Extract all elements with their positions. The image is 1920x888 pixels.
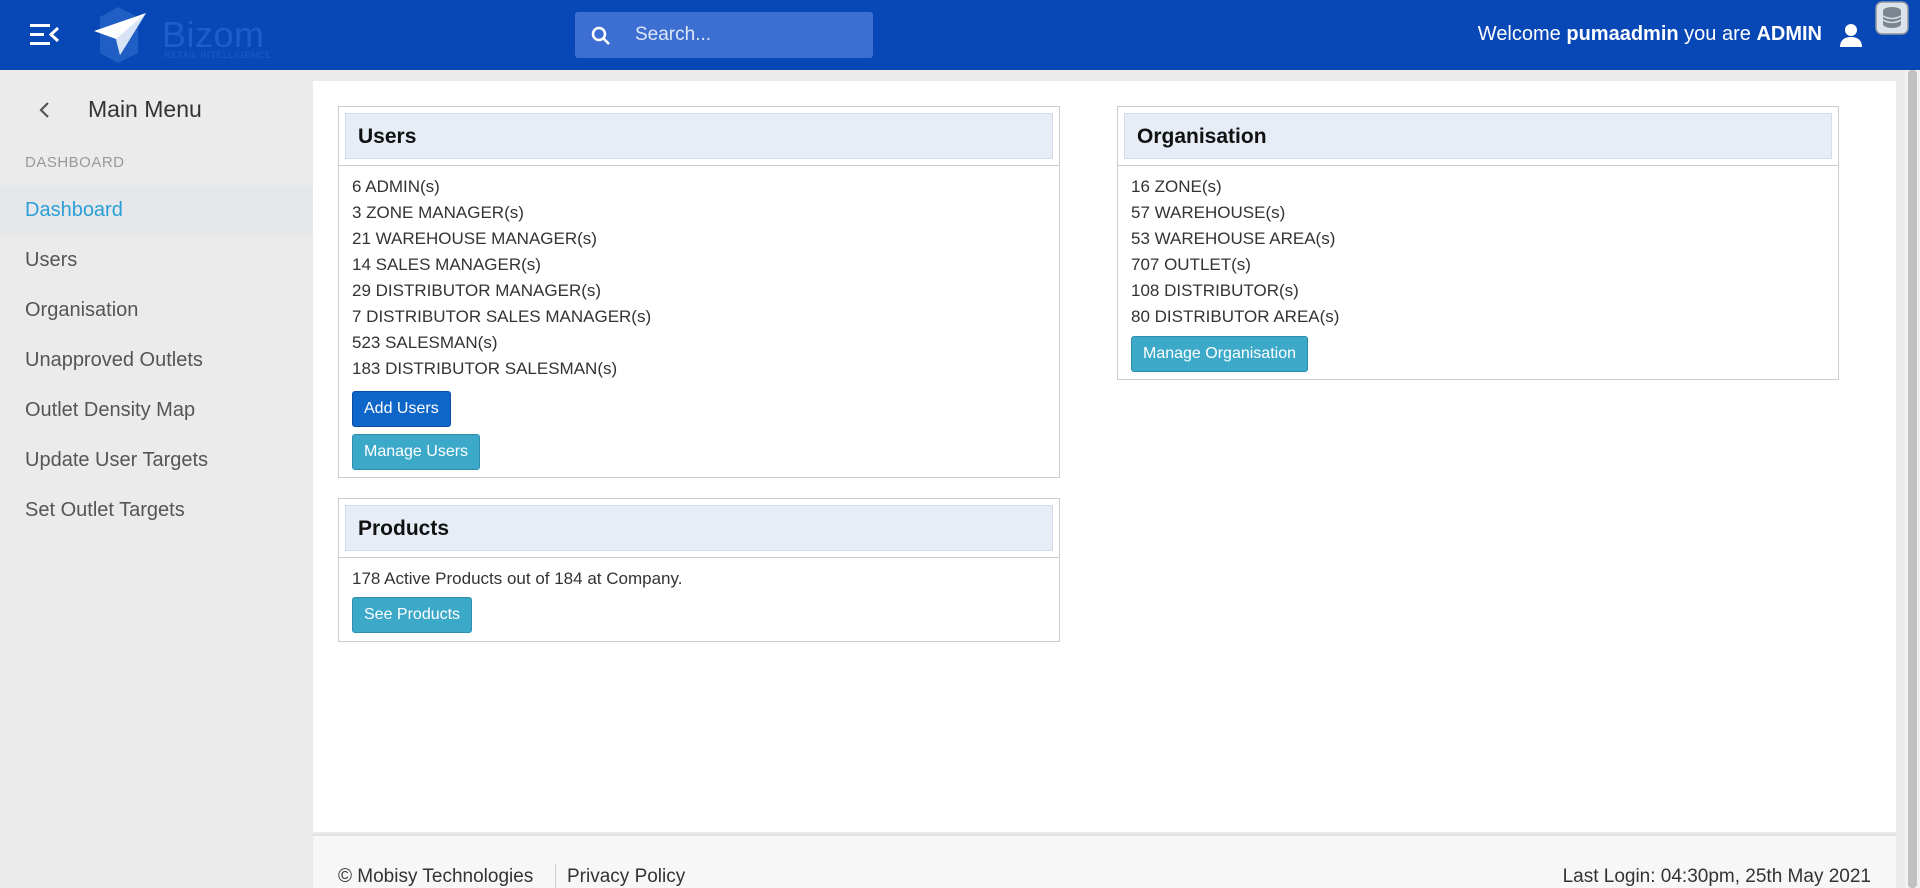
main-content: Users 6 ADMIN(s) 3 ZONE MANAGER(s) 21 WA…: [313, 81, 1896, 832]
menu-toggle-icon[interactable]: [30, 24, 60, 46]
footer: © Mobisy Technologies Privacy Policy Las…: [313, 834, 1896, 888]
manage-organisation-button[interactable]: Manage Organisation: [1131, 336, 1308, 372]
users-count-line: 183 DISTRIBUTOR SALESMAN(s): [352, 359, 618, 378]
users-card: Users 6 ADMIN(s) 3 ZONE MANAGER(s) 21 WA…: [338, 106, 1060, 478]
database-extension-icon[interactable]: [1872, 0, 1912, 40]
organisation-count-line: 16 ZONE(s): [1131, 177, 1222, 196]
add-users-button[interactable]: Add Users: [352, 391, 451, 427]
see-products-button[interactable]: See Products: [352, 597, 473, 633]
role-prefix: you are: [1684, 23, 1751, 45]
organisation-count-line: 108 DISTRIBUTOR(s): [1131, 281, 1299, 300]
user-icon[interactable]: [1838, 22, 1864, 48]
sidebar: Main Menu DASHBOARD Dashboard Users Orga…: [0, 70, 313, 888]
sidebar-item-users[interactable]: Users: [0, 235, 313, 285]
footer-divider: [555, 864, 556, 888]
sidebar-item-set-outlet-targets[interactable]: Set Outlet Targets: [0, 485, 313, 535]
manage-users-button[interactable]: Manage Users: [352, 434, 481, 470]
last-login-text: Last Login: 04:30pm, 25th May 2021: [1562, 866, 1871, 887]
welcome-message: Welcome pumaadmin you are ADMIN: [1478, 23, 1822, 46]
username: pumaadmin: [1566, 23, 1679, 45]
users-count-line: 14 SALES MANAGER(s): [352, 255, 541, 274]
card-divider: [339, 165, 1059, 166]
users-count-line: 3 ZONE MANAGER(s): [352, 203, 524, 222]
user-role: ADMIN: [1756, 23, 1822, 45]
chevron-left-icon[interactable]: [36, 100, 54, 120]
users-count-line: 21 WAREHOUSE MANAGER(s): [352, 229, 597, 248]
users-count-line: 29 DISTRIBUTOR MANAGER(s): [352, 281, 602, 300]
products-summary: 178 Active Products out of 184 at Compan…: [352, 569, 683, 588]
users-count-line: 7 DISTRIBUTOR SALES MANAGER(s): [352, 307, 652, 326]
search-icon: [591, 26, 610, 45]
users-count-line: 6 ADMIN(s): [352, 177, 440, 196]
sidebar-item-outlet-density-map[interactable]: Outlet Density Map: [0, 385, 313, 435]
sidebar-item-dashboard[interactable]: Dashboard: [0, 185, 313, 235]
organisation-count-line: 80 DISTRIBUTOR AREA(s): [1131, 307, 1340, 326]
sidebar-section-label: DASHBOARD: [25, 154, 125, 171]
sidebar-title: Main Menu: [88, 96, 202, 122]
search-input[interactable]: [635, 12, 865, 58]
products-card-title: Products: [345, 505, 1053, 551]
users-card-title: Users: [345, 113, 1053, 159]
bizom-logo[interactable]: [90, 5, 150, 65]
scrollbar-thumb[interactable]: [1908, 70, 1917, 888]
organisation-count-line: 707 OUTLET(s): [1131, 255, 1251, 274]
sidebar-item-update-user-targets[interactable]: Update User Targets: [0, 435, 313, 485]
card-divider: [1118, 165, 1838, 166]
products-card: Products 178 Active Products out of 184 …: [338, 498, 1060, 642]
organisation-card: Organisation 16 ZONE(s) 57 WAREHOUSE(s) …: [1117, 106, 1839, 380]
users-count-line: 523 SALESMAN(s): [352, 333, 498, 352]
organisation-card-title: Organisation: [1124, 113, 1832, 159]
copyright-text: © Mobisy Technologies: [338, 866, 534, 887]
brand-tagline: RETAIL INTELLIGENCE: [164, 50, 272, 60]
sidebar-item-organisation[interactable]: Organisation: [0, 285, 313, 335]
card-divider: [339, 557, 1059, 558]
organisation-count-line: 57 WAREHOUSE(s): [1131, 203, 1286, 222]
top-header: Bizom RETAIL INTELLIGENCE Welcome pumaad…: [0, 0, 1920, 70]
search-box[interactable]: [575, 12, 873, 58]
privacy-policy-link[interactable]: Privacy Policy: [567, 866, 685, 888]
sidebar-item-unapproved-outlets[interactable]: Unapproved Outlets: [0, 335, 313, 385]
vertical-scrollbar[interactable]: [1905, 70, 1920, 888]
welcome-prefix: Welcome: [1477, 23, 1561, 45]
organisation-count-line: 53 WAREHOUSE AREA(s): [1131, 229, 1336, 248]
